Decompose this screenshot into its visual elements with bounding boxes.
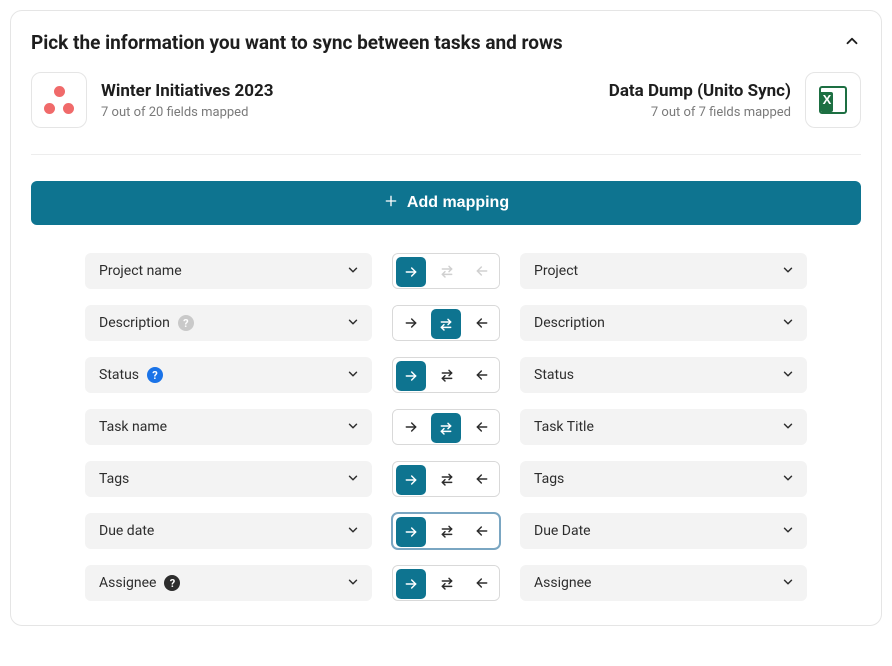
- left-field-label: Tags: [99, 471, 129, 487]
- direction-both-button[interactable]: [429, 254, 464, 288]
- asana-icon: [31, 72, 87, 128]
- right-field-label: Status: [534, 367, 574, 383]
- left-field-label: Due date: [99, 523, 154, 539]
- left-tool-name: Winter Initiatives 2023: [101, 81, 274, 101]
- collapse-icon[interactable]: [843, 32, 861, 54]
- right-field-select[interactable]: Project: [520, 253, 807, 289]
- left-tool: Winter Initiatives 2023 7 out of 20 fiel…: [31, 72, 274, 128]
- mapping-row: Project name Project: [85, 253, 807, 289]
- right-field-select[interactable]: Status: [520, 357, 807, 393]
- direction-toggle[interactable]: [392, 565, 500, 601]
- left-field-label: Assignee?: [99, 575, 180, 591]
- chevron-down-icon: [346, 262, 360, 281]
- left-field-label: Status?: [99, 367, 163, 383]
- info-icon: ?: [164, 575, 180, 591]
- panel-header: Pick the information you want to sync be…: [31, 31, 861, 54]
- chevron-down-icon: [346, 574, 360, 593]
- direction-right-button[interactable]: [396, 569, 426, 599]
- right-field-select[interactable]: Description: [520, 305, 807, 341]
- add-mapping-button[interactable]: Add mapping: [31, 181, 861, 225]
- chevron-down-icon: [781, 522, 795, 541]
- chevron-down-icon: [781, 366, 795, 385]
- excel-icon: [805, 72, 861, 128]
- direction-right-button[interactable]: [396, 517, 426, 547]
- right-field-select[interactable]: Task Title: [520, 409, 807, 445]
- direction-left-button[interactable]: [464, 514, 499, 548]
- right-tool: Data Dump (Unito Sync) 7 out of 7 fields…: [609, 72, 861, 128]
- chevron-down-icon: [781, 418, 795, 437]
- mapping-row: Due date Due Date: [85, 513, 807, 549]
- direction-right-button[interactable]: [393, 306, 428, 340]
- direction-left-button[interactable]: [464, 254, 499, 288]
- left-field-select[interactable]: Task name: [85, 409, 372, 445]
- left-field-select[interactable]: Tags: [85, 461, 372, 497]
- direction-both-button[interactable]: [431, 309, 461, 339]
- info-icon: ?: [178, 315, 194, 331]
- right-field-select[interactable]: Assignee: [520, 565, 807, 601]
- direction-both-button[interactable]: [431, 413, 461, 443]
- right-field-select[interactable]: Tags: [520, 461, 807, 497]
- direction-right-button[interactable]: [396, 361, 426, 391]
- direction-toggle[interactable]: [392, 305, 500, 341]
- left-field-select[interactable]: Description?: [85, 305, 372, 341]
- right-tool-name: Data Dump (Unito Sync): [609, 81, 791, 101]
- chevron-down-icon: [346, 366, 360, 385]
- chevron-down-icon: [346, 314, 360, 333]
- right-field-label: Project: [534, 263, 578, 279]
- mapping-row: Assignee? Assignee: [85, 565, 807, 601]
- right-field-select[interactable]: Due Date: [520, 513, 807, 549]
- right-tool-subtitle: 7 out of 7 fields mapped: [609, 105, 791, 120]
- direction-both-button[interactable]: [429, 358, 464, 392]
- chevron-down-icon: [781, 470, 795, 489]
- direction-right-button[interactable]: [396, 465, 426, 495]
- direction-left-button[interactable]: [464, 306, 499, 340]
- right-field-label: Task Title: [534, 419, 594, 435]
- add-mapping-label: Add mapping: [407, 194, 509, 212]
- direction-both-button[interactable]: [429, 566, 464, 600]
- left-field-select[interactable]: Status?: [85, 357, 372, 393]
- right-field-label: Assignee: [534, 575, 591, 591]
- direction-right-button[interactable]: [396, 257, 426, 287]
- left-field-label: Description?: [99, 315, 194, 331]
- right-field-label: Due Date: [534, 523, 591, 539]
- direction-left-button[interactable]: [464, 358, 499, 392]
- mapping-row: Task name Task Title: [85, 409, 807, 445]
- tools-row: Winter Initiatives 2023 7 out of 20 fiel…: [31, 72, 861, 155]
- right-field-label: Tags: [534, 471, 564, 487]
- chevron-down-icon: [346, 470, 360, 489]
- direction-toggle[interactable]: [392, 253, 500, 289]
- chevron-down-icon: [781, 314, 795, 333]
- direction-toggle[interactable]: [392, 357, 500, 393]
- left-field-select[interactable]: Project name: [85, 253, 372, 289]
- mapping-row: Tags Tags: [85, 461, 807, 497]
- sync-fields-panel: Pick the information you want to sync be…: [10, 10, 882, 626]
- chevron-down-icon: [346, 418, 360, 437]
- direction-left-button[interactable]: [464, 566, 499, 600]
- mapping-row: Description? Description: [85, 305, 807, 341]
- left-tool-subtitle: 7 out of 20 fields mapped: [101, 105, 274, 120]
- chevron-down-icon: [346, 522, 360, 541]
- left-field-select[interactable]: Due date: [85, 513, 372, 549]
- left-field-label: Task name: [99, 419, 167, 435]
- direction-both-button[interactable]: [429, 462, 464, 496]
- left-field-select[interactable]: Assignee?: [85, 565, 372, 601]
- info-icon: ?: [147, 367, 163, 383]
- direction-right-button[interactable]: [393, 410, 428, 444]
- direction-left-button[interactable]: [464, 462, 499, 496]
- chevron-down-icon: [781, 262, 795, 281]
- left-field-label: Project name: [99, 263, 182, 279]
- panel-title: Pick the information you want to sync be…: [31, 31, 563, 54]
- direction-toggle[interactable]: [392, 461, 500, 497]
- mapping-row: Status? Status: [85, 357, 807, 393]
- direction-both-button[interactable]: [429, 514, 464, 548]
- chevron-down-icon: [781, 574, 795, 593]
- mapping-rows: Project nameProjectDescription?Descripti…: [31, 253, 861, 601]
- direction-toggle[interactable]: [392, 409, 500, 445]
- plus-icon: [383, 193, 399, 214]
- right-field-label: Description: [534, 315, 605, 331]
- direction-left-button[interactable]: [464, 410, 499, 444]
- direction-toggle[interactable]: [392, 513, 500, 549]
